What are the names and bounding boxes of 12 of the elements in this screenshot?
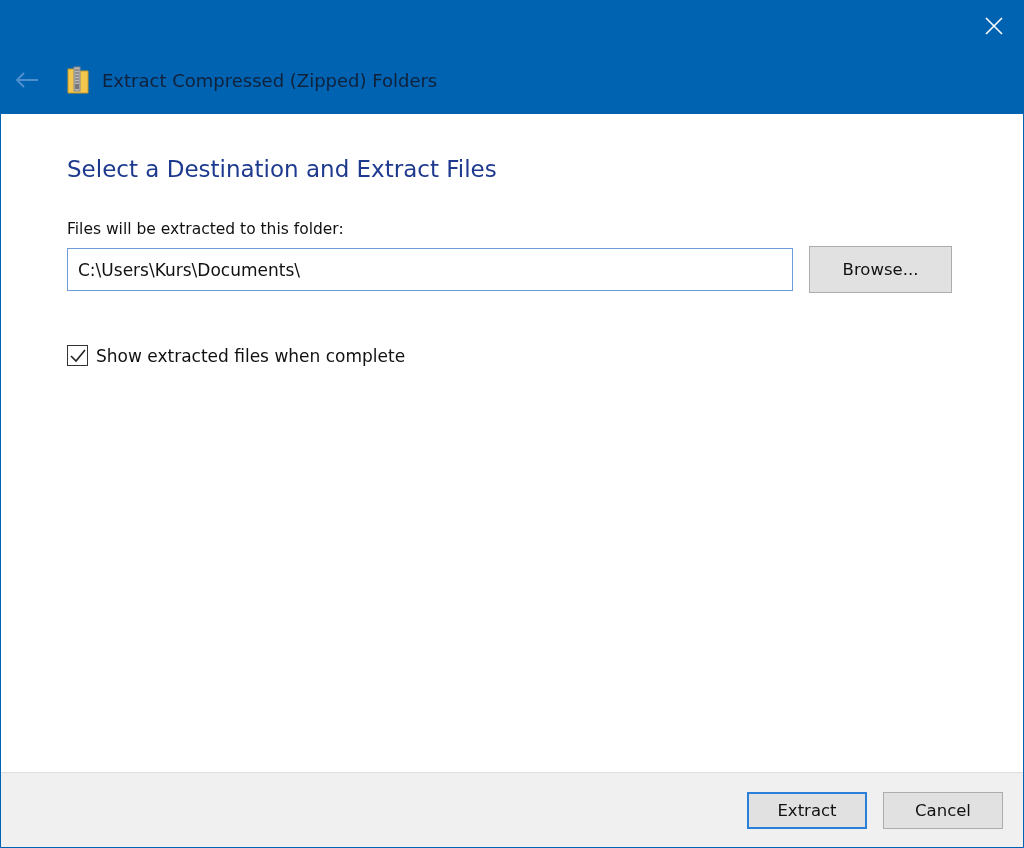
browse-button[interactable]: Browse... xyxy=(809,246,952,293)
checkbox[interactable] xyxy=(67,345,88,366)
destination-path-field[interactable]: C:\Users\Kurs\Documents\ xyxy=(67,248,793,291)
dialog-button[interactable]: Cancel xyxy=(883,791,1003,829)
zipped-folder-icon xyxy=(67,66,89,94)
field-label: Files will be extracted to this folder: xyxy=(67,220,345,238)
window-title: Extract Compressed (Zipped) Folders xyxy=(102,69,438,91)
dialog-heading: Select a Destination and Extract Files xyxy=(67,156,498,182)
close-icon xyxy=(985,17,1003,35)
checkbox-label[interactable]: Show extracted files when complete xyxy=(96,345,406,366)
back-arrow-icon xyxy=(15,72,39,88)
dialog-button[interactable]: Extract xyxy=(747,791,867,829)
